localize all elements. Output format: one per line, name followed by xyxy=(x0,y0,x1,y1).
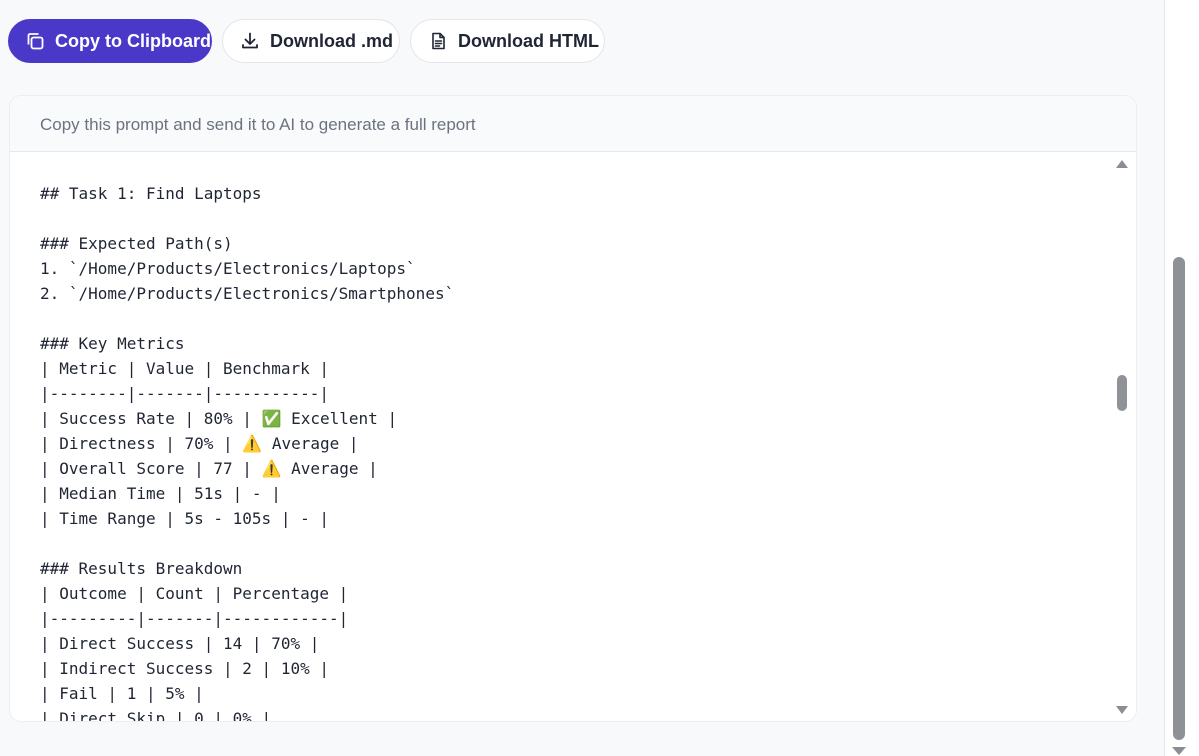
prompt-line: ### Key Metrics xyxy=(40,334,185,353)
prompt-line: ## Task 1: Find Laptops xyxy=(40,184,262,203)
download-html-label: Download HTML xyxy=(458,30,599,51)
copy-button-label: Copy to Clipboard xyxy=(55,30,211,51)
page-scroll-down-arrow-icon[interactable] xyxy=(1172,747,1186,755)
page-scrollbar[interactable] xyxy=(1164,0,1199,756)
prompt-line: | Indirect Success | 2 | 10% | xyxy=(40,659,329,678)
prompt-line: |--------|-------|-----------| xyxy=(40,384,329,403)
prompt-line: | Fail | 1 | 5% | xyxy=(40,684,204,703)
prompt-line: 1. `/Home/Products/Electronics/Laptops` xyxy=(40,259,416,278)
download-html-button[interactable]: Download HTML xyxy=(410,19,605,63)
download-md-button[interactable]: Download .md xyxy=(222,19,400,63)
prompt-line: | Outcome | Count | Percentage | xyxy=(40,584,349,603)
prompt-scrollbar-thumb[interactable] xyxy=(1117,375,1127,411)
prompt-card-header: Copy this prompt and send it to AI to ge… xyxy=(10,96,1136,152)
prompt-line: ### Expected Path(s) xyxy=(40,234,233,253)
copy-icon xyxy=(24,30,46,52)
scroll-down-arrow-icon[interactable] xyxy=(1116,706,1128,714)
prompt-line: |---------|-------|------------| xyxy=(40,609,349,628)
page-scrollbar-thumb[interactable] xyxy=(1173,257,1185,740)
prompt-line: 2. `/Home/Products/Electronics/Smartphon… xyxy=(40,284,455,303)
scroll-up-arrow-icon[interactable] xyxy=(1116,160,1128,168)
prompt-line: | Success Rate | 80% | ✅ Excellent | xyxy=(40,409,398,428)
prompt-line: | Time Range | 5s - 105s | - | xyxy=(40,509,329,528)
download-md-label: Download .md xyxy=(270,30,393,51)
prompt-line: | Direct Success | 14 | 70% | xyxy=(40,634,320,653)
prompt-scrollbar[interactable] xyxy=(1114,152,1130,721)
prompt-line: | Metric | Value | Benchmark | xyxy=(40,359,329,378)
prompt-line: | Overall Score | 77 | ⚠️ Average | xyxy=(40,459,378,478)
prompt-line: | Direct Skip | 0 | 0% | xyxy=(40,709,272,722)
prompt-line: ### Results Breakdown xyxy=(40,559,243,578)
prompt-scroll-area[interactable]: ## Task 1: Find Laptops ### Expected Pat… xyxy=(10,152,1136,722)
document-icon xyxy=(427,30,449,52)
prompt-line: | Median Time | 51s | - | xyxy=(40,484,281,503)
download-icon xyxy=(239,30,261,52)
copy-to-clipboard-button[interactable]: Copy to Clipboard xyxy=(8,19,212,63)
prompt-line: | Directness | 70% | ⚠️ Average | xyxy=(40,434,359,453)
prompt-text[interactable]: ## Task 1: Find Laptops ### Expected Pat… xyxy=(40,181,455,722)
export-toolbar: Copy to Clipboard Download .md Download … xyxy=(8,19,605,63)
prompt-card: Copy this prompt and send it to AI to ge… xyxy=(9,95,1137,722)
